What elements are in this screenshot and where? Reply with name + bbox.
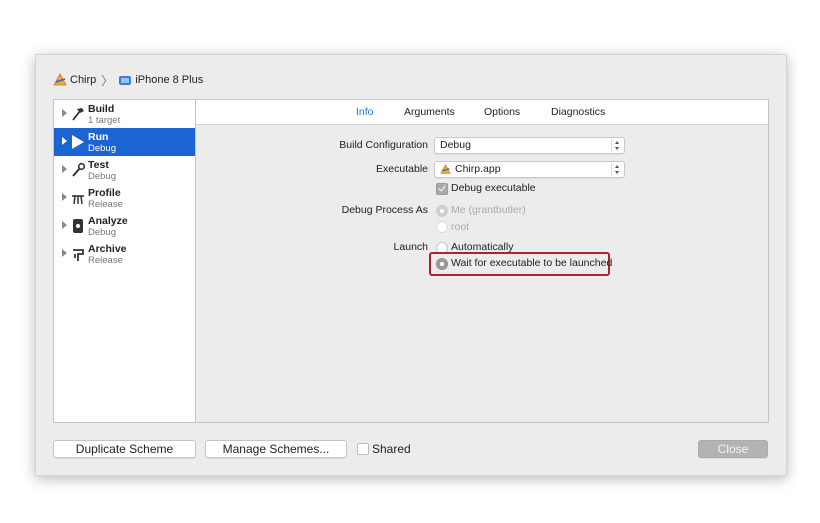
sidebar-item-subtitle: Debug — [88, 171, 116, 182]
launch-wait-label: Wait for executable to be launched — [451, 257, 613, 269]
tab-info[interactable]: Info — [356, 106, 374, 118]
scheme-action-sidebar: Build 1 target Run Debug Test Debug Prof… — [53, 99, 196, 423]
debug-process-root-radio[interactable] — [436, 221, 448, 233]
executable-label: Executable — [376, 163, 428, 175]
close-button[interactable]: Close — [698, 440, 768, 458]
breadcrumb-destination[interactable]: iPhone 8 Plus — [135, 74, 203, 86]
executable-popup[interactable]: Chirp.app — [434, 161, 625, 178]
breadcrumb: Chirp 〉 iPhone 8 Plus — [53, 72, 203, 88]
breadcrumb-separator: 〉 — [101, 73, 114, 88]
scheme-detail-pane: Info Arguments Options Diagnostics Build… — [195, 99, 769, 423]
tab-bar: Info Arguments Options Diagnostics — [196, 100, 768, 125]
launch-label: Launch — [393, 241, 428, 253]
archive-icon — [73, 249, 84, 261]
sidebar-item-name: Test — [88, 159, 109, 171]
disclosure-triangle-icon[interactable] — [62, 165, 67, 173]
disclosure-triangle-icon[interactable] — [62, 249, 67, 257]
sidebar-item-subtitle: Debug — [88, 143, 116, 154]
sidebar-item-test[interactable]: Test Debug — [54, 156, 196, 184]
debug-process-label: Debug Process As — [341, 204, 428, 216]
debug-executable-checkbox[interactable] — [436, 183, 448, 195]
build-configuration-value: Debug — [440, 139, 471, 151]
sidebar-item-archive[interactable]: Archive Release — [54, 240, 196, 268]
sidebar-item-subtitle: Release — [88, 255, 123, 266]
sidebar-item-name: Build — [88, 103, 115, 115]
tab-options[interactable]: Options — [484, 106, 520, 118]
duplicate-scheme-button[interactable]: Duplicate Scheme — [53, 440, 196, 458]
instruments-icon — [72, 195, 84, 205]
breadcrumb-scheme[interactable]: Chirp — [70, 74, 96, 86]
popup-stepper-icon — [611, 139, 623, 152]
wrench-icon — [72, 162, 85, 177]
shared-label: Shared — [372, 442, 411, 456]
debug-process-me-label: Me (grantbutler) — [451, 204, 526, 216]
shared-checkbox[interactable] — [357, 443, 369, 455]
xcode-app-icon — [53, 73, 67, 86]
tab-arguments[interactable]: Arguments — [404, 106, 455, 118]
debug-executable-label: Debug executable — [451, 182, 536, 194]
disclosure-triangle-icon[interactable] — [62, 109, 67, 117]
build-configuration-popup[interactable]: Debug — [434, 137, 625, 154]
sidebar-item-name: Profile — [88, 187, 121, 199]
disclosure-triangle-icon[interactable] — [62, 137, 67, 145]
sidebar-item-subtitle: Release — [88, 199, 123, 210]
hammer-icon — [72, 108, 84, 121]
tab-diagnostics[interactable]: Diagnostics — [551, 106, 605, 118]
xcode-app-icon — [440, 164, 451, 174]
analyze-icon — [73, 219, 83, 233]
popup-stepper-icon — [611, 163, 623, 176]
debug-process-root-label: root — [451, 221, 470, 233]
sidebar-item-subtitle: Debug — [88, 227, 116, 238]
sidebar-item-run[interactable]: Run Debug — [54, 128, 196, 156]
sidebar-item-build[interactable]: Build 1 target — [54, 100, 196, 128]
disclosure-triangle-icon[interactable] — [62, 221, 67, 229]
sidebar-item-analyze[interactable]: Analyze Debug — [54, 212, 196, 240]
sidebar-item-name: Run — [88, 131, 109, 143]
scheme-editor-dialog: Chirp 〉 iPhone 8 Plus Build 1 target Run… — [35, 54, 787, 476]
play-icon — [72, 135, 84, 149]
launch-wait-radio[interactable] — [436, 258, 448, 270]
iphone-icon — [119, 76, 132, 85]
build-configuration-label: Build Configuration — [339, 139, 428, 151]
executable-value: Chirp.app — [455, 163, 501, 175]
manage-schemes-button[interactable]: Manage Schemes... — [205, 440, 347, 458]
sidebar-item-profile[interactable]: Profile Release — [54, 184, 196, 212]
sidebar-item-subtitle: 1 target — [88, 115, 121, 126]
debug-process-me-radio[interactable] — [436, 205, 448, 217]
sidebar-item-name: Analyze — [88, 215, 128, 227]
disclosure-triangle-icon[interactable] — [62, 193, 67, 201]
sidebar-item-name: Archive — [88, 243, 127, 255]
